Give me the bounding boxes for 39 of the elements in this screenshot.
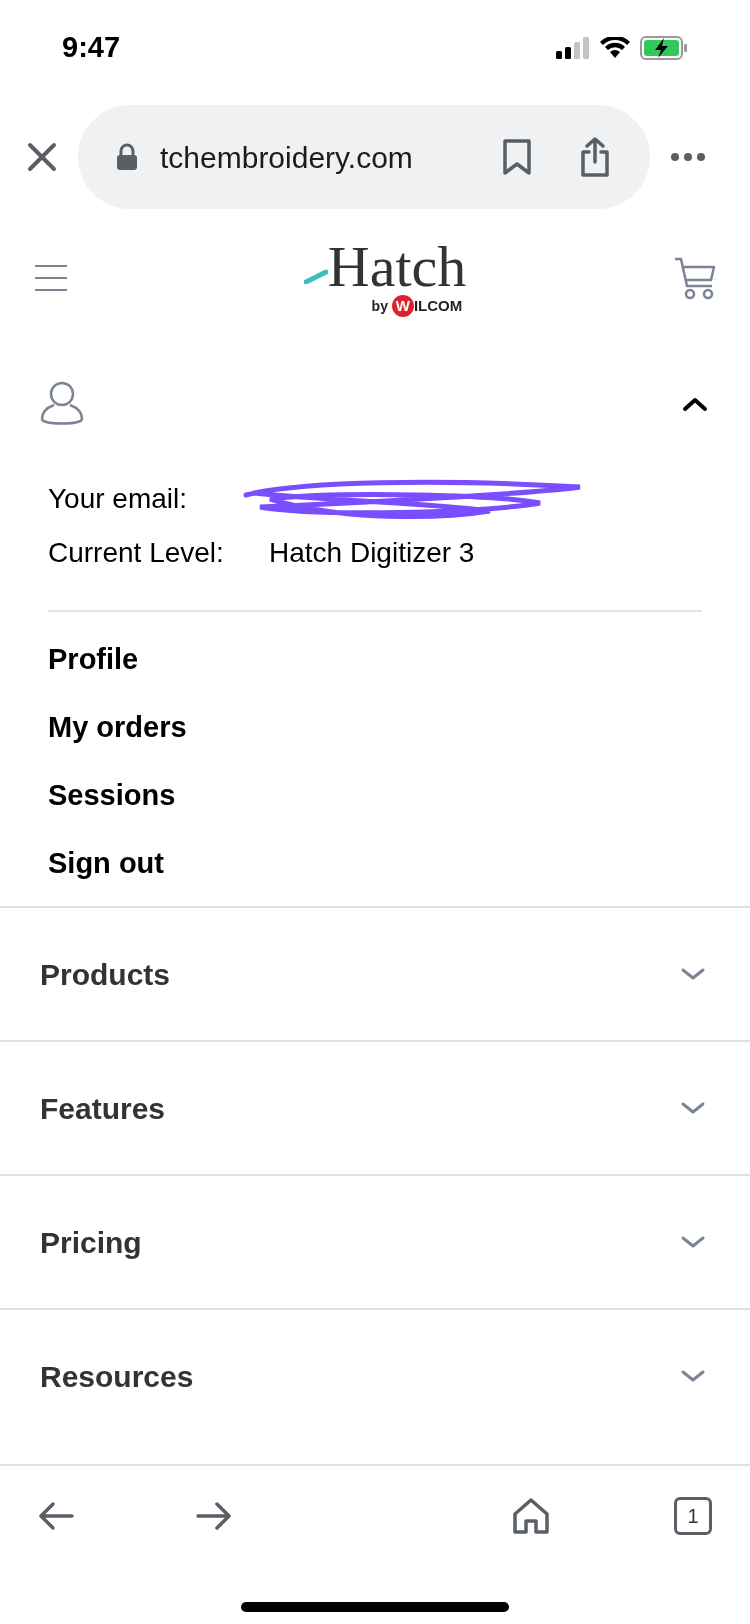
- home-icon[interactable]: [512, 1497, 550, 1535]
- account-link[interactable]: Sessions: [48, 762, 176, 830]
- lock-icon: [116, 143, 138, 171]
- account-link[interactable]: Profile: [48, 626, 139, 694]
- signal-icon: [556, 37, 590, 59]
- user-icon[interactable]: [40, 381, 84, 427]
- status-time: 9:47: [62, 30, 121, 66]
- needle-icon: [303, 267, 328, 284]
- level-value: Hatch Digitizer 3: [269, 536, 475, 570]
- level-label: Current Level:: [48, 536, 225, 570]
- back-arrow-icon[interactable]: [38, 1501, 74, 1531]
- forward-arrow-icon[interactable]: [196, 1501, 232, 1531]
- chevron-down-icon[interactable]: [680, 966, 706, 982]
- battery-charging-icon: [640, 36, 688, 60]
- tabs-button[interactable]: 1: [674, 1497, 712, 1535]
- share-icon[interactable]: [578, 136, 612, 178]
- chevron-down-icon[interactable]: [680, 1100, 706, 1116]
- close-icon[interactable]: [26, 141, 58, 173]
- chevron-down-icon[interactable]: [680, 1368, 706, 1384]
- address-bar[interactable]: tchembroidery.com: [78, 105, 650, 209]
- account-link[interactable]: Sign out: [48, 830, 164, 898]
- nav-section[interactable]: Features: [0, 1042, 750, 1174]
- brand-initial: W: [391, 295, 414, 317]
- brand-name: ILCOM: [413, 295, 463, 316]
- email-label: Your email:: [48, 482, 189, 516]
- nav-section[interactable]: Products: [0, 908, 750, 1040]
- more-icon[interactable]: [670, 152, 706, 162]
- nav-section[interactable]: Pricing: [0, 1176, 750, 1308]
- chevron-down-icon[interactable]: [680, 1234, 706, 1250]
- menu-icon[interactable]: [34, 265, 68, 291]
- logo-byline: by: [371, 296, 388, 316]
- url-text: tchembroidery.com: [160, 139, 414, 176]
- bookmark-icon[interactable]: [502, 138, 532, 176]
- wifi-icon: [600, 37, 630, 59]
- logo-wordmark: Hatch: [327, 238, 467, 295]
- cart-icon[interactable]: [674, 256, 716, 300]
- nav-section[interactable]: Resources: [0, 1310, 750, 1442]
- account-link[interactable]: My orders: [48, 694, 187, 762]
- chevron-up-icon[interactable]: [682, 396, 708, 412]
